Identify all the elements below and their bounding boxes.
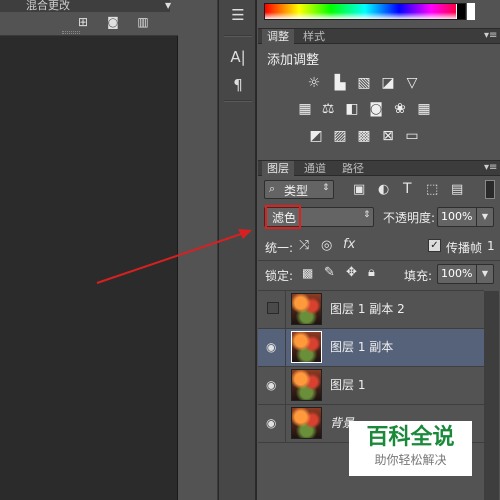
- watermark-subtitle: 助你轻松解决: [374, 453, 447, 467]
- watermark-title: 百科全说: [366, 425, 455, 450]
